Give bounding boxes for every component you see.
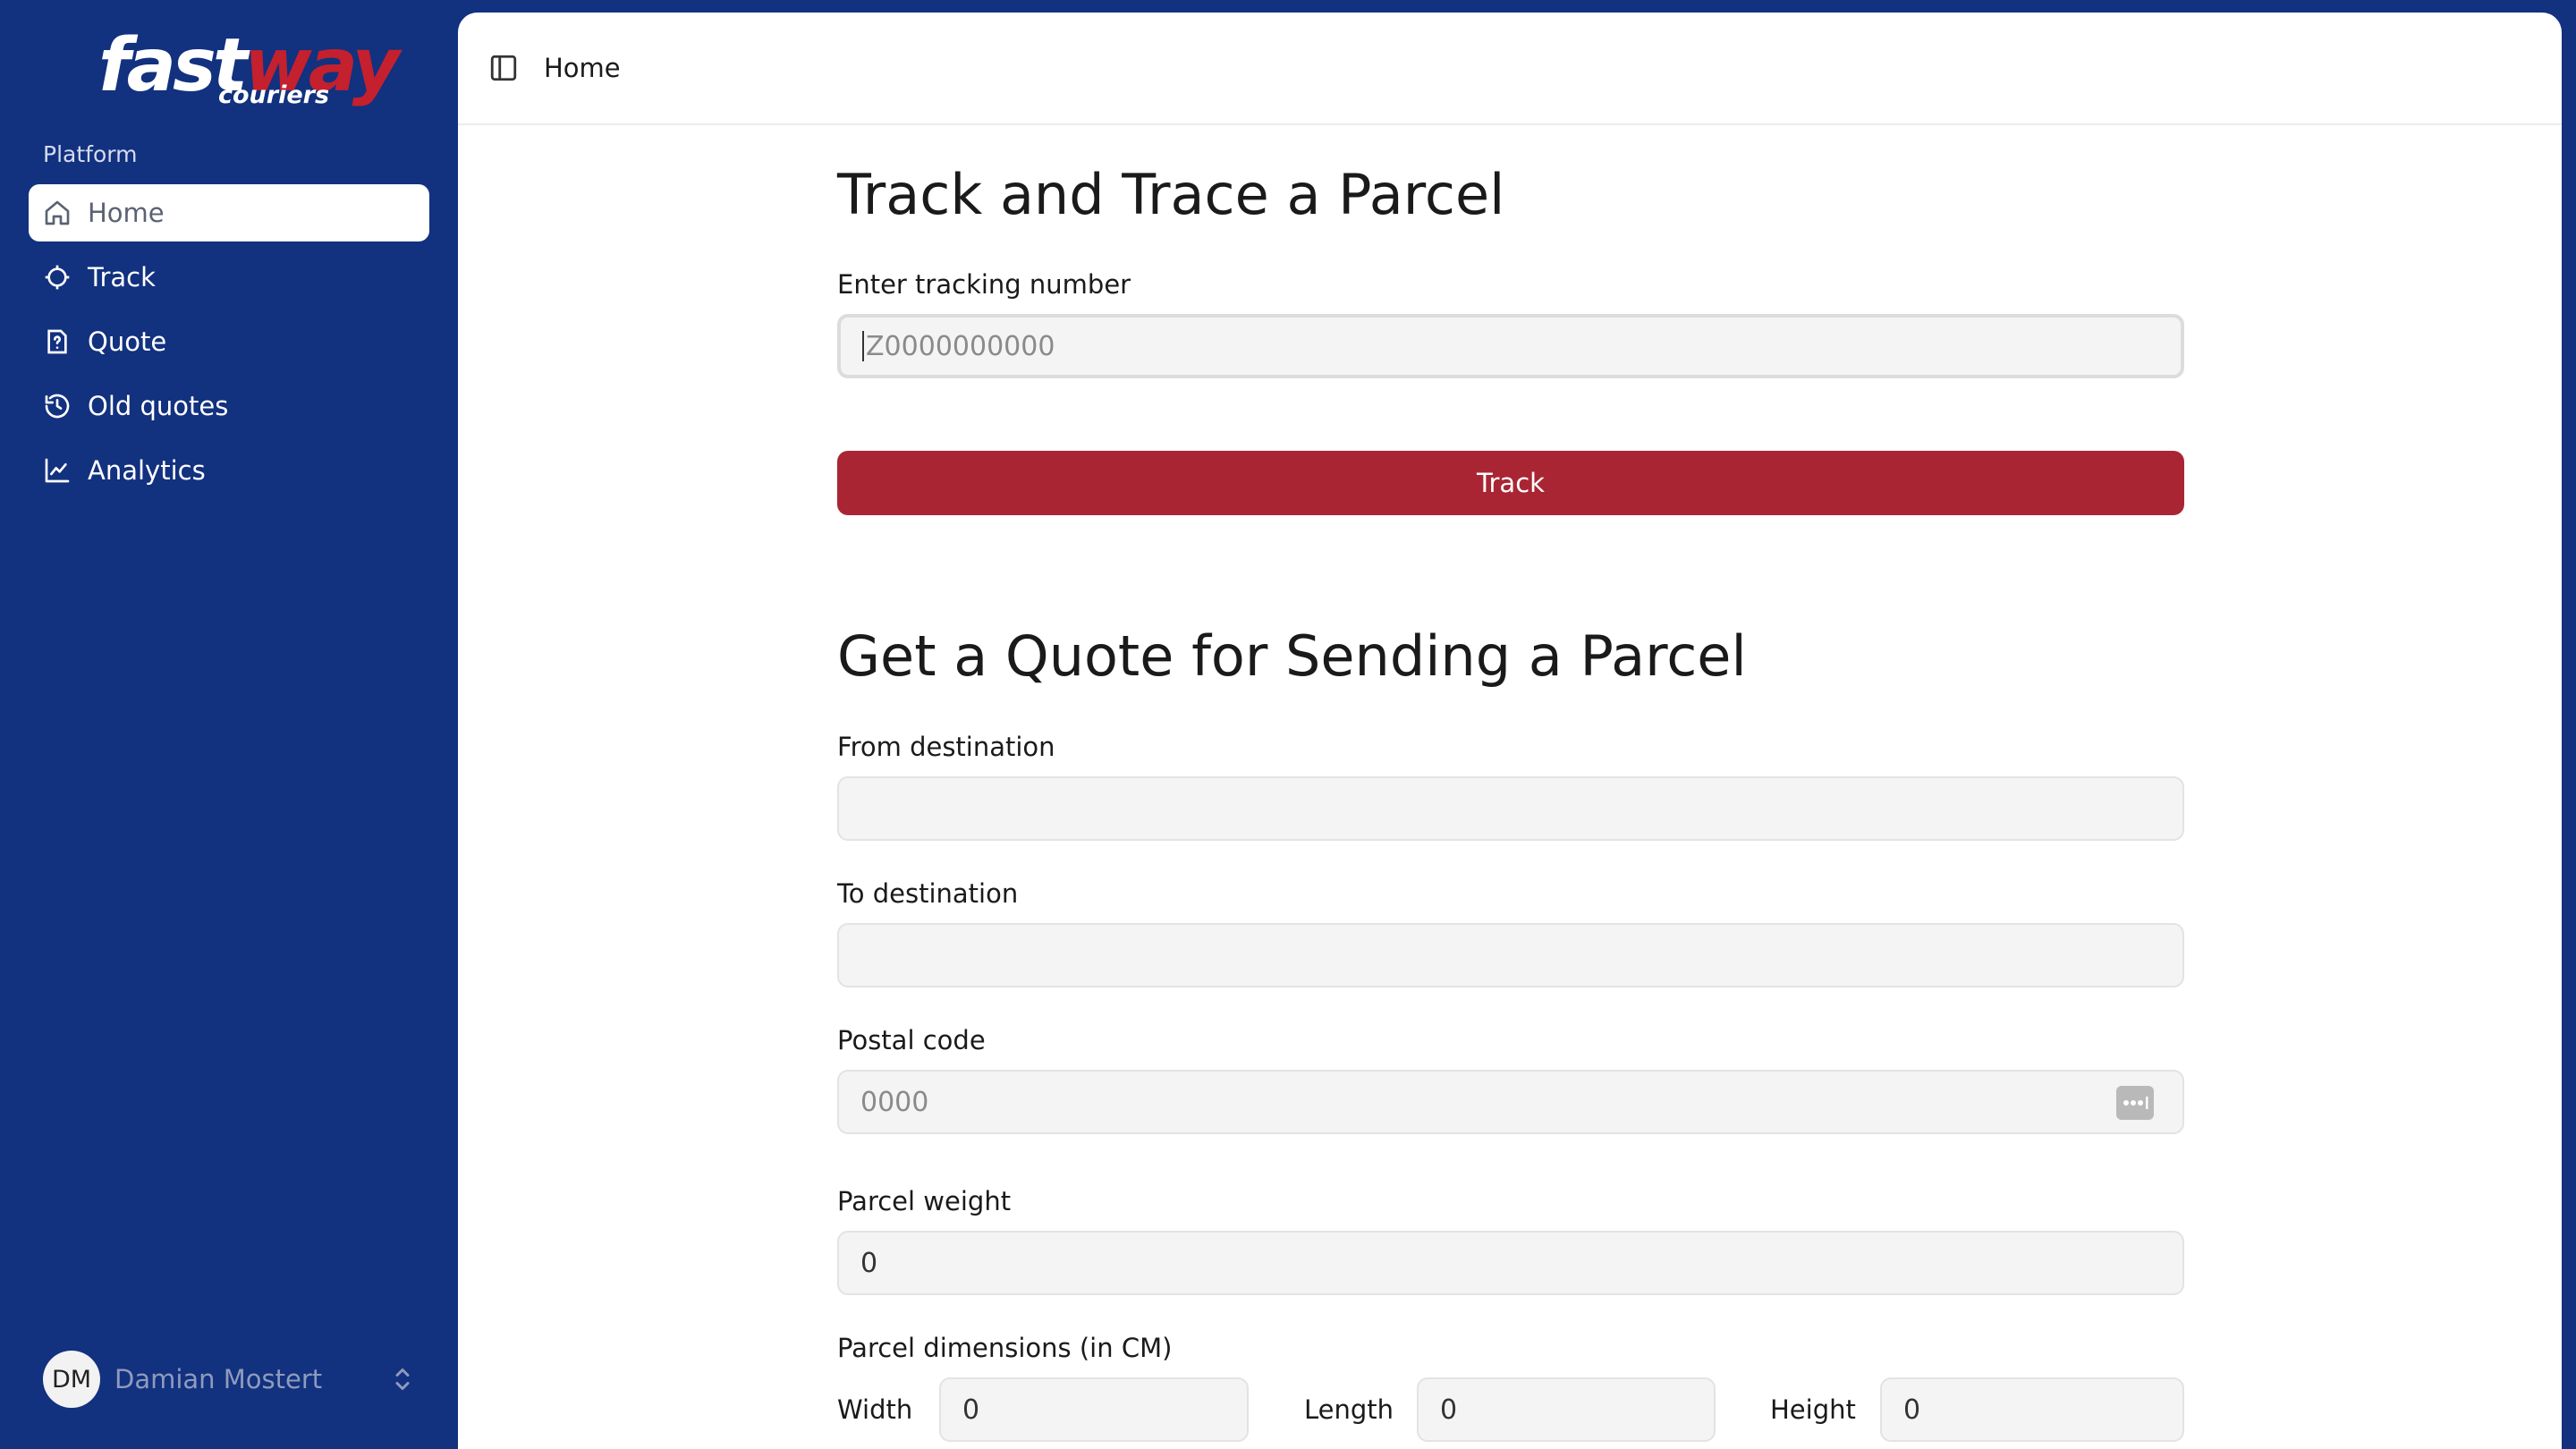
length-value: 0 [1440,1394,1458,1426]
postal-code-input[interactable]: 0000 [837,1070,2184,1134]
parcel-weight-label: Parcel weight [837,1186,1012,1216]
chart-icon [43,456,72,485]
avatar: DM [43,1351,100,1408]
sidebar-item-label: Quote [88,326,167,357]
to-destination-label: To destination [837,878,1019,909]
length-label: Length [1304,1394,1394,1425]
postal-code-placeholder: 0000 [860,1086,929,1118]
height-input[interactable]: 0 [1880,1377,2184,1442]
sidebar-item-label: Analytics [88,455,206,486]
sidebar-item-track[interactable]: Track [29,249,429,306]
track-button[interactable]: Track [837,451,2184,515]
from-destination-label: From destination [837,732,1055,762]
fastway-logo[interactable]: fastway couriers [98,23,400,113]
postal-code-label: Postal code [837,1025,986,1055]
length-input[interactable]: 0 [1417,1377,1716,1442]
to-destination-input[interactable] [837,923,2184,987]
sidebar-toggle-icon[interactable] [488,53,519,83]
top-bar: Home [458,13,2562,125]
user-name: Damian Mostert [114,1364,323,1394]
tracking-number-input[interactable]: Z0000000000 [837,314,2184,378]
width-label: Width [837,1394,913,1425]
sidebar-section-label: Platform [43,141,138,167]
tracking-number-label: Enter tracking number [837,269,1131,300]
breadcrumb: Home [544,53,621,83]
home-icon [43,199,72,227]
width-value: 0 [962,1394,980,1426]
parcel-weight-value: 0 [860,1247,878,1279]
sidebar-item-analytics[interactable]: Analytics [29,442,429,499]
tracking-number-placeholder: Z0000000000 [866,330,1055,362]
crosshair-icon [43,263,72,292]
main-panel: Home Track and Trace a Parcel Enter trac… [458,13,2562,1449]
app-window: fastway couriers Platform Home Track Quo… [0,0,2576,1449]
parcel-dimensions-label: Parcel dimensions (in CM) [837,1333,1173,1363]
width-input[interactable]: 0 [939,1377,1249,1442]
height-label: Height [1770,1394,1856,1425]
sidebar-item-home[interactable]: Home [29,184,429,242]
autofill-dots-icon[interactable] [2116,1086,2154,1120]
sidebar-item-label: Home [88,198,165,228]
sidebar-item-label: Old quotes [88,391,229,421]
height-value: 0 [1903,1394,1921,1426]
chevron-up-down-icon[interactable] [386,1363,419,1395]
parcel-dimensions-row: Width 0 Length 0 Height 0 [837,1377,2184,1442]
logo-subtitle: couriers [218,81,330,109]
sidebar-item-label: Track [88,262,156,292]
from-destination-input[interactable] [837,776,2184,841]
parcel-weight-input[interactable]: 0 [837,1231,2184,1295]
user-menu[interactable]: DM Damian Mostert [43,1351,419,1408]
sidebar: fastway couriers Platform Home Track Quo… [0,0,458,1449]
sidebar-nav: Home Track Quote Old quotes Analytics [29,184,429,506]
track-title: Track and Trace a Parcel [837,162,1505,227]
sidebar-item-old-quotes[interactable]: Old quotes [29,377,429,435]
sidebar-item-quote[interactable]: Quote [29,313,429,370]
quote-title: Get a Quote for Sending a Parcel [837,623,1747,689]
text-caret [862,331,864,361]
quote-help-icon [43,327,72,356]
history-icon [43,392,72,420]
